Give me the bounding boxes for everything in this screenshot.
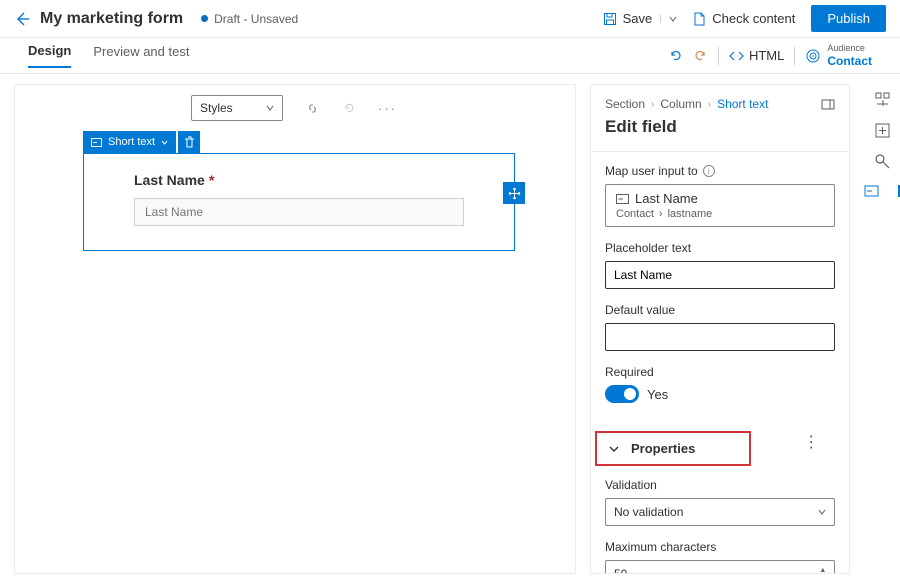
field-label: Last Name*: [134, 172, 464, 188]
properties-section-header[interactable]: Properties: [595, 431, 751, 466]
rail-add-icon[interactable]: [875, 123, 890, 138]
info-icon[interactable]: i: [703, 165, 715, 177]
chevron-down-icon: [266, 104, 274, 112]
crumb-current: Short text: [717, 97, 768, 111]
status-text: Draft - Unsaved: [214, 12, 298, 26]
check-content-label: Check content: [712, 11, 795, 26]
document-icon: [693, 12, 706, 26]
html-label: HTML: [749, 48, 784, 63]
rail-settings-icon[interactable]: [875, 154, 890, 169]
tab-design[interactable]: Design: [28, 43, 71, 68]
validation-value: No validation: [614, 505, 683, 519]
properties-more-icon[interactable]: ⋮: [803, 432, 835, 452]
target-icon: [805, 48, 821, 64]
field-input-preview[interactable]: [134, 198, 464, 226]
page-title: My marketing form: [40, 10, 183, 28]
save-icon: [603, 12, 617, 26]
audience-label: Contact: [827, 54, 872, 68]
tab-preview[interactable]: Preview and test: [93, 44, 189, 67]
redo-icon[interactable]: [693, 48, 708, 63]
save-button[interactable]: Save: [595, 7, 686, 30]
breadcrumb: Section › Column › Short text: [591, 85, 849, 111]
rail-elements-icon[interactable]: [875, 92, 890, 107]
maxchars-value: 50: [614, 567, 627, 574]
undo-icon[interactable]: [668, 48, 683, 63]
trash-icon: [184, 136, 195, 148]
audience-small-label: Audience: [827, 43, 872, 54]
field-type-chip[interactable]: Short text: [83, 131, 176, 153]
move-handle-icon[interactable]: [503, 182, 525, 204]
required-asterisk: *: [209, 172, 214, 188]
mapped-entity: Contact: [616, 208, 654, 220]
publish-button[interactable]: Publish: [811, 5, 886, 32]
chevron-right-icon: ›: [659, 208, 663, 220]
mapped-field-box[interactable]: Last Name Contact › lastname: [605, 184, 835, 227]
styles-dd-label: Styles: [200, 101, 233, 115]
placeholder-input[interactable]: [605, 261, 835, 289]
required-toggle[interactable]: [605, 385, 639, 403]
expand-icon[interactable]: [821, 99, 835, 110]
crumb-section[interactable]: Section: [605, 97, 645, 111]
number-spinner[interactable]: ▲▼: [819, 567, 826, 574]
mapped-attr: lastname: [668, 208, 713, 220]
more-icon[interactable]: ···: [378, 101, 397, 116]
separator: [718, 47, 719, 65]
styles-dropdown[interactable]: Styles: [191, 95, 283, 121]
save-label: Save: [623, 11, 653, 26]
panel-title: Edit field: [591, 111, 849, 152]
map-input-label: Map user input to i: [605, 164, 835, 178]
back-icon[interactable]: [14, 11, 30, 27]
text-field-icon: [616, 194, 629, 204]
properties-header-label: Properties: [631, 441, 695, 456]
audience-button[interactable]: Audience Contact: [805, 43, 872, 68]
validation-dropdown[interactable]: No validation: [605, 498, 835, 526]
default-value-label: Default value: [605, 303, 835, 317]
maxchars-label: Maximum characters: [605, 540, 835, 554]
required-value: Yes: [647, 387, 668, 402]
required-label: Required: [605, 365, 835, 379]
properties-panel: Section › Column › Short text Edit field…: [590, 84, 850, 574]
crumb-column[interactable]: Column: [660, 97, 701, 111]
text-field-icon: [91, 138, 102, 147]
delete-field-button[interactable]: [178, 131, 200, 153]
field-chip-label: Short text: [108, 136, 155, 148]
chevron-down-icon: [609, 444, 619, 454]
maxchars-input[interactable]: 50 ▲▼: [605, 560, 835, 574]
chevron-down-icon: [161, 139, 168, 146]
separator: [794, 47, 795, 65]
html-button[interactable]: HTML: [729, 48, 784, 63]
code-icon: [729, 50, 744, 62]
canvas-area: Styles ··· Short text: [14, 84, 576, 574]
selected-field-box[interactable]: Last Name*: [83, 153, 515, 251]
default-value-input[interactable]: [605, 323, 835, 351]
side-rail: [864, 84, 900, 574]
save-chevron-icon[interactable]: [660, 15, 677, 23]
check-content-button[interactable]: Check content: [685, 7, 803, 30]
status-dot-icon: [201, 15, 208, 22]
chevron-right-icon: ›: [708, 99, 711, 110]
validation-label: Validation: [605, 478, 835, 492]
rail-field-icon[interactable]: [864, 185, 900, 197]
mapped-name: Last Name: [635, 191, 698, 206]
chevron-down-icon: [818, 508, 826, 516]
undo-canvas-icon: [342, 101, 356, 115]
link-icon[interactable]: [305, 101, 320, 116]
placeholder-label: Placeholder text: [605, 241, 835, 255]
chevron-right-icon: ›: [651, 99, 654, 110]
